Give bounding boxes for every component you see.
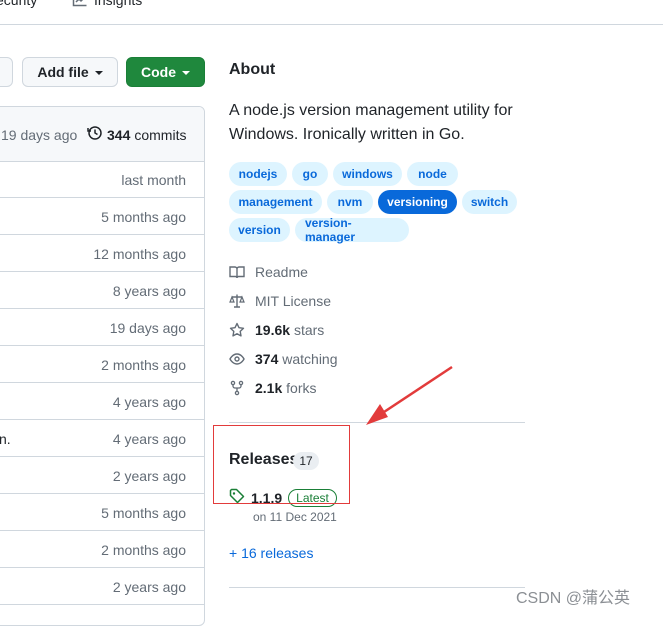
annotation-arrow-icon xyxy=(366,365,453,425)
watermark: CSDN @蒲公英 xyxy=(516,590,631,607)
